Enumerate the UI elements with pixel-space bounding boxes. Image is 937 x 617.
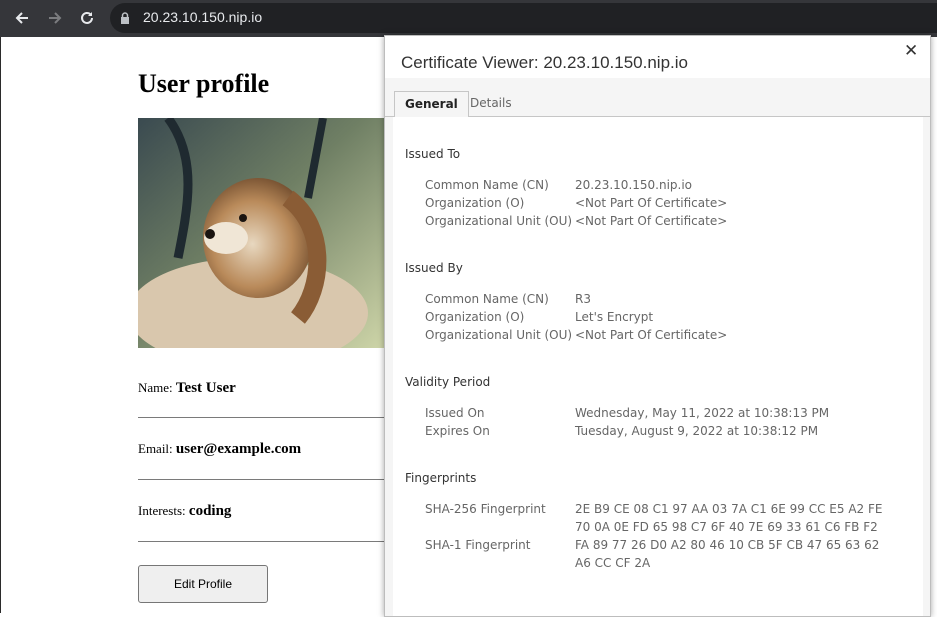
lock-icon[interactable] <box>120 12 130 24</box>
field-label: Organizational Unit (OU) <box>425 328 573 342</box>
sha1-line-2: A6 CC CF 2A <box>575 556 651 570</box>
field-value: Tuesday, August 9, 2022 at 10:38:12 PM <box>575 424 819 438</box>
name-field: Name: Test User <box>138 380 236 397</box>
certificate-viewer-dialog: Certificate Viewer: 20.23.10.150.nip.io … <box>384 35 931 617</box>
field-label: Common Name (CN) <box>425 292 549 306</box>
dialog-header: Certificate Viewer: 20.23.10.150.nip.io … <box>385 36 930 78</box>
field-value: <Not Part Of Certificate> <box>575 196 728 210</box>
sha1-line-1: FA 89 77 26 D0 A2 80 46 10 CB 5F CB 47 6… <box>575 538 880 552</box>
field-value: <Not Part Of Certificate> <box>575 214 728 228</box>
reload-button[interactable] <box>75 7 99 29</box>
field-label: Common Name (CN) <box>425 178 549 192</box>
reload-icon <box>81 11 93 24</box>
email-field: Email: user@example.com <box>138 441 301 458</box>
tab-details[interactable]: Details <box>460 91 522 116</box>
email-value: user@example.com <box>175 441 302 457</box>
section-heading: Issued By <box>405 261 463 275</box>
sha256-line-1: 2E B9 CE 08 C1 97 AA 03 7A C1 6E 99 CC E… <box>575 502 883 516</box>
tab-general[interactable]: General <box>394 91 469 118</box>
name-label: Name: <box>138 380 173 395</box>
profile-photo <box>138 118 388 348</box>
field-label: Organizational Unit (OU) <box>425 214 573 228</box>
field-value: R3 <box>575 292 591 306</box>
field-label: SHA-256 Fingerprint <box>425 502 546 516</box>
edit-profile-button[interactable]: Edit Profile <box>138 565 268 603</box>
close-icon[interactable]: ✕ <box>904 41 918 61</box>
interests-value: coding <box>188 503 232 519</box>
address-bar[interactable]: 20.23.10.150.nip.io <box>110 3 937 33</box>
name-value: Test User <box>175 380 236 396</box>
arrow-right-icon <box>49 12 62 24</box>
field-value: <Not Part Of Certificate> <box>575 328 728 342</box>
divider <box>138 417 388 418</box>
section-heading: Fingerprints <box>405 471 477 485</box>
back-button[interactable] <box>10 7 34 29</box>
dialog-body: General Details Issued To Common Name (C… <box>385 78 930 616</box>
tab-bar: General Details <box>385 78 930 118</box>
page-title: User profile <box>138 69 270 98</box>
field-value: 20.23.10.150.nip.io <box>575 178 693 192</box>
field-label: Organization (O) <box>425 310 525 324</box>
forward-button[interactable] <box>43 7 67 29</box>
arrow-left-icon <box>15 12 28 24</box>
general-panel: Issued To Common Name (CN) 20.23.10.150.… <box>393 117 923 616</box>
url-text: 20.23.10.150.nip.io <box>143 9 263 25</box>
section-heading: Validity Period <box>405 375 491 389</box>
sha256-line-2: 70 0A 0E FD 65 98 C7 6F 40 7E 69 33 61 C… <box>575 520 878 534</box>
field-label: Issued On <box>425 406 485 420</box>
section-heading: Issued To <box>405 147 461 161</box>
interests-field: Interests: coding <box>138 503 231 520</box>
divider <box>138 541 388 542</box>
field-value: Let's Encrypt <box>575 310 654 324</box>
dialog-title: Certificate Viewer: 20.23.10.150.nip.io <box>401 53 688 72</box>
field-label: Expires On <box>425 424 490 438</box>
field-label: Organization (O) <box>425 196 525 210</box>
field-value: Wednesday, May 11, 2022 at 10:38:13 PM <box>575 406 830 420</box>
divider <box>138 479 388 480</box>
browser-toolbar: 20.23.10.150.nip.io <box>0 0 937 37</box>
field-label: SHA-1 Fingerprint <box>425 538 531 552</box>
email-label: Email: <box>138 441 173 456</box>
interests-label: Interests: <box>138 503 186 518</box>
